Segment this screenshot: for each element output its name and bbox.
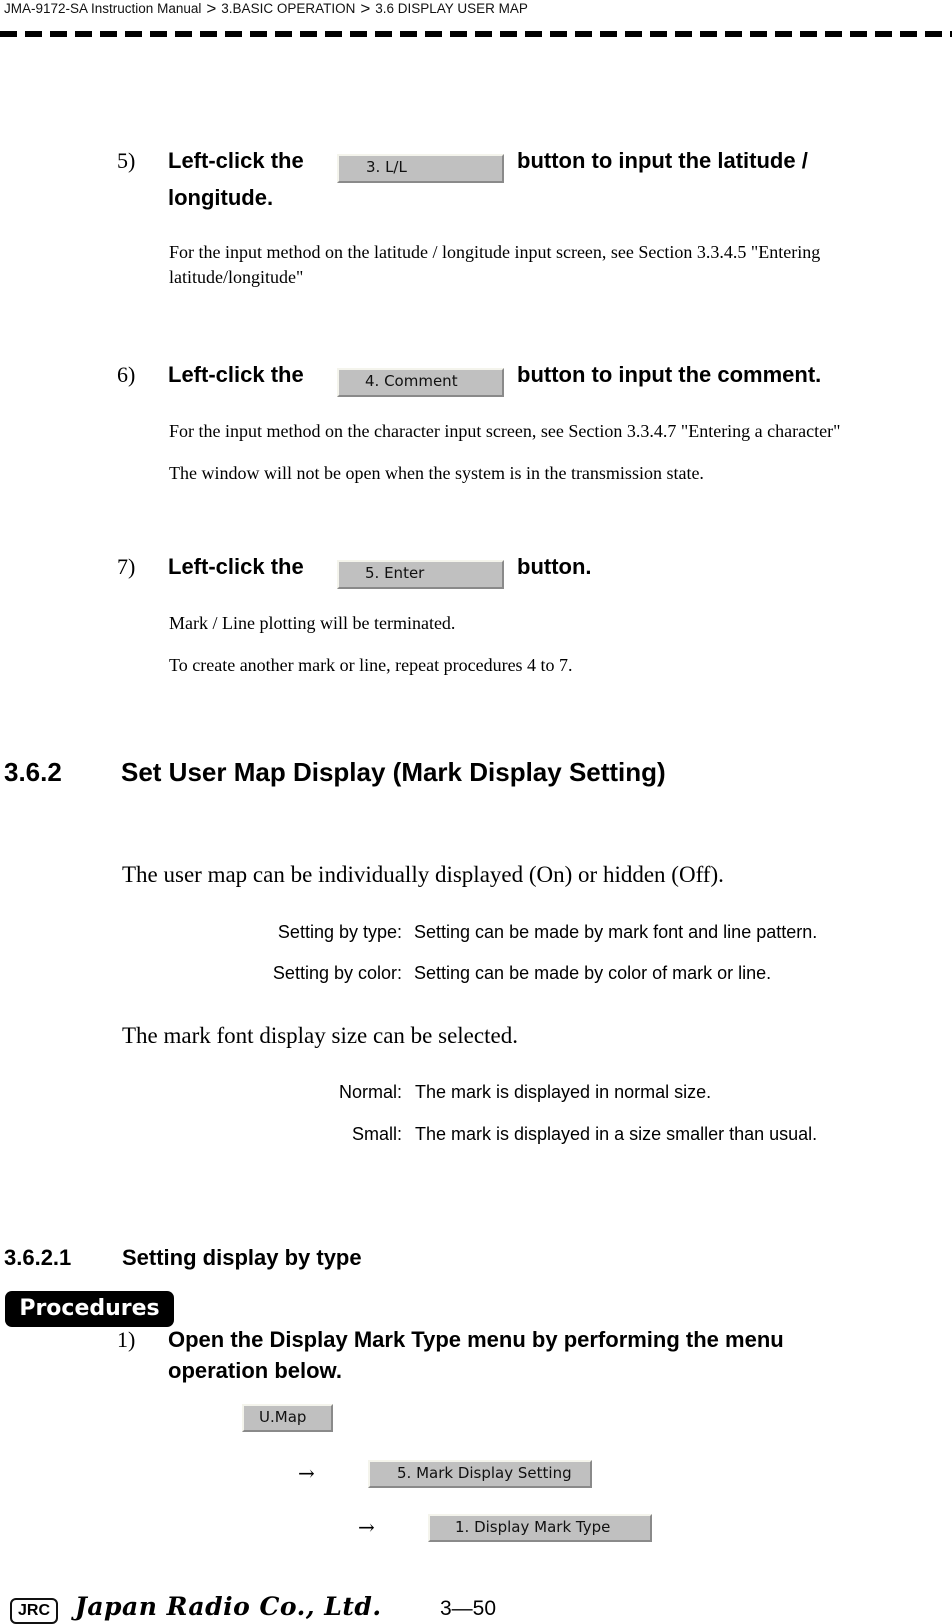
ll-button[interactable]: 3. L/L <box>337 154 504 183</box>
step-text-continuation: longitude. <box>168 185 274 210</box>
section-intro: The user map can be individually display… <box>122 862 724 887</box>
jrc-logo: JRC <box>10 1598 58 1624</box>
definition-desc: The mark is displayed in a size smaller … <box>415 1124 818 1144</box>
breadcrumb-separator: > <box>206 0 217 18</box>
subsection-number: 3.6.2.1 <box>4 1245 72 1270</box>
enter-button[interactable]: 5. Enter <box>337 560 504 589</box>
step-note: Mark / Line plotting will be terminated. <box>169 613 456 633</box>
definition-term: Small: <box>351 1124 402 1144</box>
header-divider <box>0 31 952 37</box>
umap-button[interactable]: U.Map <box>242 1404 333 1432</box>
step-note: The window will not be open when the sys… <box>169 463 704 483</box>
step-note: For the input method on the character in… <box>169 421 841 441</box>
definition-desc: Setting can be made by mark font and lin… <box>414 922 818 942</box>
step-note: latitude/longitude" <box>169 267 304 287</box>
arrow-right-icon: → <box>298 1461 315 1485</box>
procedures-badge: Procedures <box>5 1291 174 1327</box>
step-note: For the input method on the latitude / l… <box>169 242 821 262</box>
page-number: 3—50 <box>440 1597 497 1620</box>
comment-button[interactable]: 4. Comment <box>337 368 504 397</box>
step-number: 6) <box>117 362 136 387</box>
size-intro: The mark font display size can be select… <box>122 1023 518 1048</box>
breadcrumb-item-chapter: 3.BASIC OPERATION <box>221 1 356 16</box>
definition-desc: Setting can be made by color of mark or … <box>414 963 772 983</box>
step-text: Open the Display Mark Type menu by perfo… <box>168 1327 784 1352</box>
step-text: Left-click the <box>168 362 304 387</box>
definition-term: Setting by type: <box>277 922 402 942</box>
step-text: button. <box>517 554 592 579</box>
section-number: 3.6.2 <box>4 757 62 787</box>
step-text: button to input the latitude / <box>517 148 808 173</box>
arrow-right-icon: → <box>358 1515 375 1539</box>
subsection-title: Setting display by type <box>122 1245 362 1270</box>
step-text: Left-click the <box>168 148 304 173</box>
breadcrumb-separator: > <box>360 0 371 18</box>
company-logo-text: Japan Radio Co., Ltd. <box>75 1592 382 1621</box>
step-text: Left-click the <box>168 554 304 579</box>
breadcrumb-item-manual: JMA-9172-SA Instruction Manual <box>4 1 202 16</box>
step-text: button to input the comment. <box>517 362 822 387</box>
step-text: operation below. <box>168 1358 342 1383</box>
section-title: Set User Map Display (Mark Display Setti… <box>121 757 666 787</box>
definition-term: Normal: <box>338 1082 402 1102</box>
step-number: 5) <box>117 148 136 173</box>
display-mark-type-button[interactable]: 1. Display Mark Type <box>428 1514 652 1542</box>
definition-term: Setting by color: <box>272 963 402 983</box>
breadcrumb: JMA-9172-SA Instruction Manual >3.BASIC O… <box>4 0 528 19</box>
definition-desc: The mark is displayed in normal size. <box>415 1082 712 1102</box>
step-number: 7) <box>117 554 136 579</box>
breadcrumb-item-section: 3.6 DISPLAY USER MAP <box>375 1 528 16</box>
step-number: 1) <box>117 1327 136 1352</box>
step-note: To create another mark or line, repeat p… <box>169 655 573 675</box>
mark-display-setting-button[interactable]: 5. Mark Display Setting <box>368 1460 592 1488</box>
